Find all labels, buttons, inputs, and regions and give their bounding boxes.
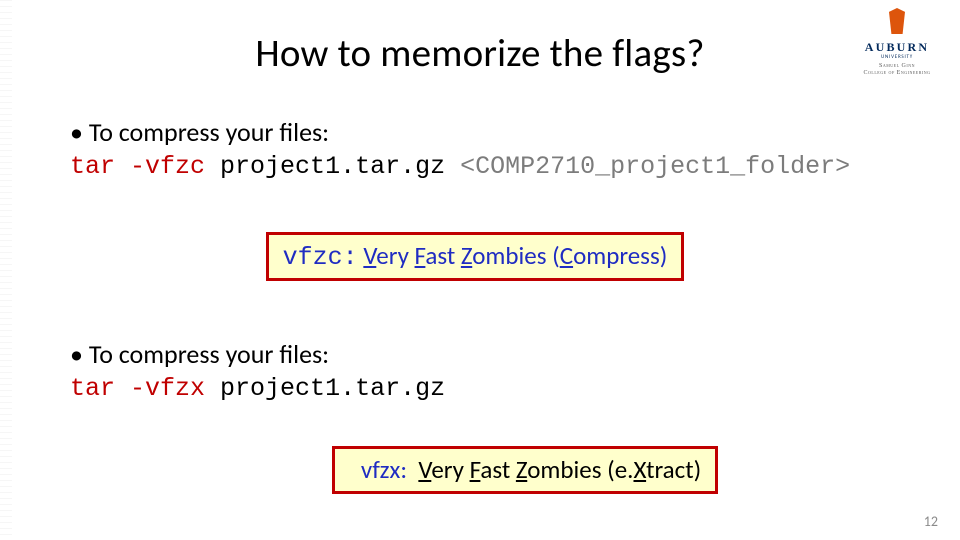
mnemonic1-phrase: Very Fast Zombies (Compress) bbox=[363, 240, 667, 271]
cmd2-file: project1.tar.gz bbox=[220, 374, 445, 403]
mnemonic-box-1: vfzc: Very Fast Zombies (Compress) bbox=[266, 232, 685, 281]
slide-content: To compress your files: tar -vfzc projec… bbox=[70, 115, 920, 494]
mnemonic1-label: vfzc: bbox=[283, 243, 358, 272]
cmd1-file: project1.tar.gz bbox=[220, 152, 445, 181]
slide-title: How to memorize the flags? bbox=[0, 30, 960, 77]
left-ruler bbox=[0, 0, 12, 540]
mnemonic2-label: vfzx: bbox=[361, 454, 407, 485]
bullet-compress-2: To compress your files: bbox=[70, 337, 920, 372]
page-number: 12 bbox=[924, 513, 938, 530]
command-2: tar -vfzx project1.tar.gz bbox=[70, 372, 920, 406]
command-1: tar -vfzc project1.tar.gz <COMP2710_proj… bbox=[70, 150, 920, 184]
cmd2-red: tar -vfzx bbox=[70, 374, 205, 403]
mnemonic2-phrase: Very Fast Zombies (e.Xtract) bbox=[413, 454, 701, 485]
mnemonic-box-2: vfzx: Very Fast Zombies (e.Xtract) bbox=[332, 446, 718, 494]
cmd1-arg: <COMP2710_project1_folder> bbox=[460, 152, 850, 181]
bullet-compress-1: To compress your files: bbox=[70, 115, 920, 150]
cmd1-red: tar -vfzc bbox=[70, 152, 205, 181]
